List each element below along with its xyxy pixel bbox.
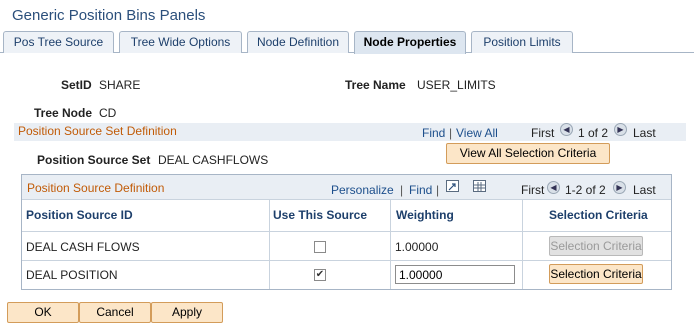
tab-bar: Pos Tree Source Tree Wide Options Node D… [0,31,694,54]
grid-divider [522,199,523,289]
grid-find-link[interactable]: Find [409,183,432,197]
grid-divider [22,199,671,200]
set-first-label: First [531,126,555,140]
grid-range: 1-2 of 2 [565,183,606,197]
set-view-all-link[interactable]: View All [456,126,498,140]
tree-node-value: CD [99,106,117,120]
apply-button[interactable]: Apply [151,302,223,323]
setid-value: SHARE [99,78,141,92]
grid-divider [22,260,671,261]
position-source-grid: Position Source Definition Personalize |… [21,174,672,290]
position-source-set-label: Position Source Set [37,153,151,167]
checkmark-icon: ✔ [315,269,325,280]
grid-last-label: Last [633,183,656,197]
set-find-link[interactable]: Find [422,126,445,140]
tab-tree-wide-options[interactable]: Tree Wide Options [119,31,242,53]
use-this-source-checkbox[interactable] [314,241,326,253]
tab-node-properties[interactable]: Node Properties [354,31,466,54]
grid-divider [22,231,671,232]
circle-right-arrow-icon[interactable]: ▶ [614,123,627,136]
circle-left-arrow-icon[interactable]: ◀ [547,181,560,194]
selection-criteria-button[interactable]: Selection Criteria [549,264,643,284]
set-section-title: Position Source Set Definition [18,124,177,138]
selection-criteria-button[interactable]: Selection Criteria [549,236,643,256]
separator: | [449,126,453,140]
grid-download-icon[interactable] [473,180,486,192]
circle-right-arrow-icon[interactable]: ▶ [613,181,626,194]
set-range: 1 of 2 [578,126,609,140]
separator: | [400,183,404,197]
personalize-link[interactable]: Personalize [331,183,394,197]
column-header-weighting[interactable]: Weighting [396,208,454,222]
tree-node-label: Tree Node [34,106,93,120]
grid-title: Position Source Definition [27,181,165,195]
row-position-source-id: DEAL POSITION [26,268,118,282]
use-this-source-checkbox[interactable]: ✔ [314,269,326,281]
weighting-input[interactable] [395,265,515,284]
zoom-icon[interactable] [446,180,459,192]
grid-divider [390,199,391,289]
setid-label: SetID [61,78,92,92]
column-header-position-source-id[interactable]: Position Source ID [26,208,133,222]
position-source-set-value: DEAL CASHFLOWS [158,153,269,167]
set-last-label: Last [633,126,656,140]
cancel-button[interactable]: Cancel [79,302,151,323]
view-all-selection-criteria-button[interactable]: View All Selection Criteria [446,143,610,164]
row-position-source-id: DEAL CASH FLOWS [26,240,140,254]
column-header-use-this-source[interactable]: Use This Source [273,208,367,222]
ok-button[interactable]: OK [7,302,79,323]
tree-name-label: Tree Name [345,78,406,92]
separator: | [436,183,440,197]
page-title: Generic Position Bins Panels [12,7,206,24]
tab-pos-tree-source[interactable]: Pos Tree Source [3,31,114,53]
tab-node-definition[interactable]: Node Definition [247,31,349,53]
circle-left-arrow-icon[interactable]: ◀ [560,123,573,136]
grid-divider [269,199,270,289]
column-header-selection-criteria[interactable]: Selection Criteria [549,208,648,222]
tree-name-value: USER_LIMITS [417,78,496,92]
tab-position-limits[interactable]: Position Limits [471,31,573,53]
row-weighting: 1.00000 [395,240,439,254]
grid-first-label: First [521,183,545,197]
